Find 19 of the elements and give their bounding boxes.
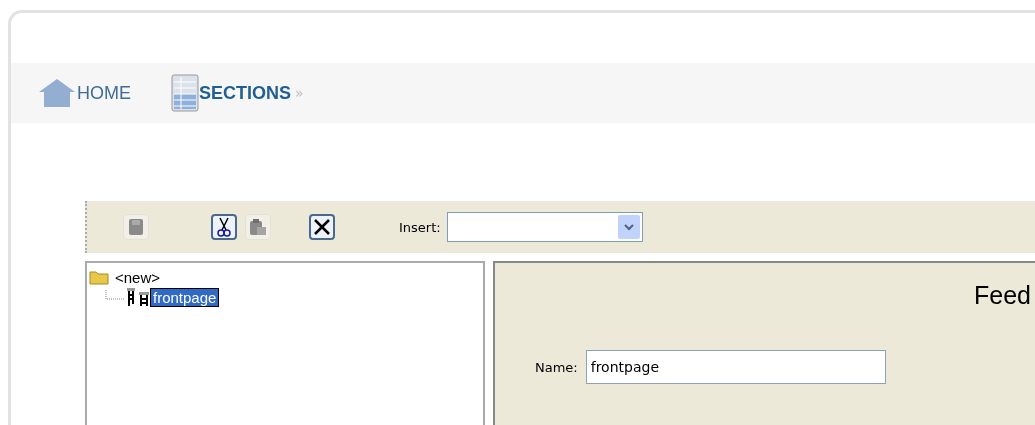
name-field[interactable]: frontpage	[585, 350, 886, 384]
tree-item[interactable]: frontpage	[151, 288, 219, 306]
breadcrumb-link[interactable]: HOME	[77, 82, 131, 104]
insert-dropdown[interactable]	[446, 212, 643, 242]
panel-title: Feed	[974, 281, 1031, 310]
clipboard-icon	[249, 218, 267, 236]
breadcrumb-link[interactable]: SECTIONS	[199, 82, 291, 104]
tables-icon	[125, 287, 151, 307]
cut-button[interactable]	[211, 214, 237, 240]
folder-icon	[89, 269, 109, 285]
table-icon	[171, 74, 199, 112]
name-label: Name:	[535, 359, 578, 375]
close-icon	[313, 218, 331, 236]
tree-item[interactable]: <new>	[113, 268, 163, 286]
house-icon	[37, 78, 77, 108]
delete-button[interactable]	[309, 214, 335, 240]
breadcrumb-separator: »	[295, 85, 304, 101]
scissors-icon	[217, 217, 231, 237]
insert-label: Insert:	[399, 219, 441, 235]
